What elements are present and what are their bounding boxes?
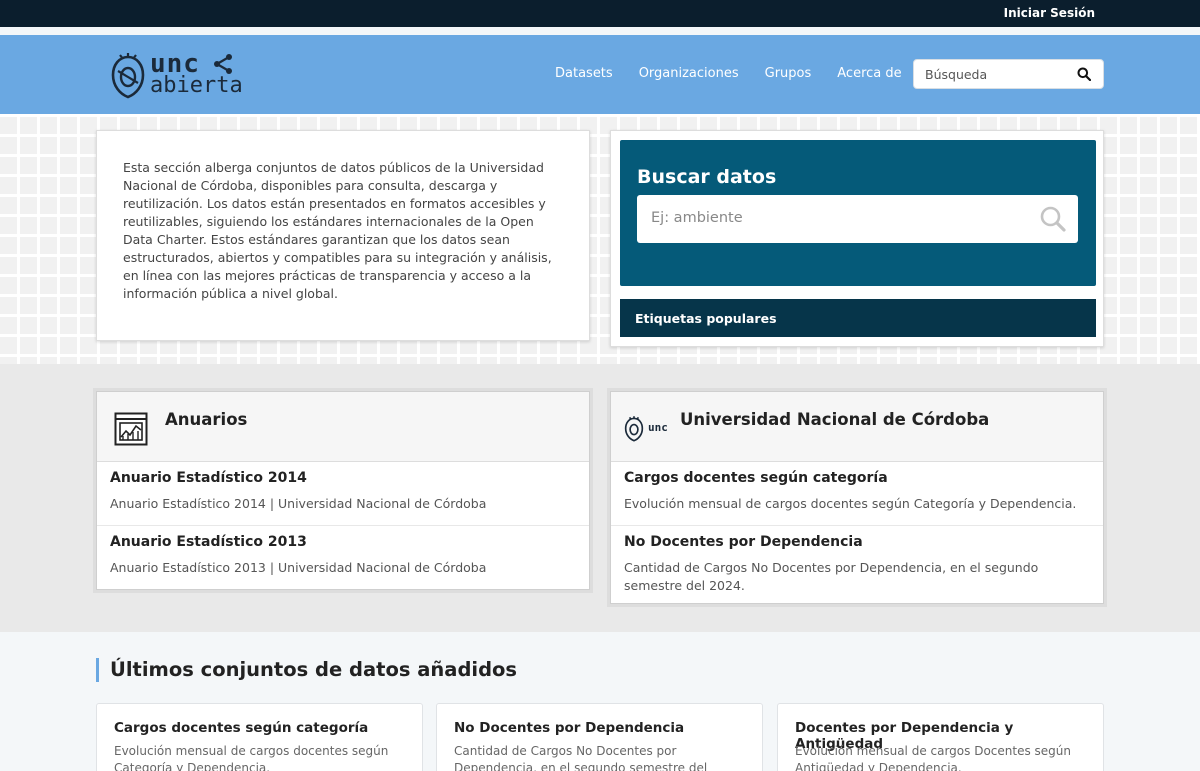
list-item[interactable]: Anuario Estadístico 2013 Anuario Estadís… [97, 526, 589, 590]
logo-text-abierta: abierta [150, 73, 243, 98]
unc-shield-logo [624, 416, 644, 442]
search-icon[interactable] [1077, 67, 1091, 81]
dataset-search [637, 195, 1078, 243]
list-item-title[interactable]: No Docentes por Dependencia [624, 534, 1089, 550]
dataset-card-desc: Evolución mensual de cargos docentes seg… [114, 744, 389, 771]
search-panel: Buscar datos [620, 140, 1096, 286]
nav-datasets[interactable]: Datasets [555, 66, 613, 81]
dataset-card-desc: Evolución mensual de cargos Docentes seg… [795, 744, 1071, 771]
list-item[interactable]: Anuario Estadístico 2014 Anuario Estadís… [97, 462, 589, 526]
search-box: Buscar datos Etiquetas populares [610, 130, 1104, 347]
list-item-title[interactable]: Cargos docentes según categoría [624, 470, 1089, 486]
hero-section: Esta sección alberga conjuntos de datos … [0, 114, 1200, 364]
group-title: Anuarios [165, 410, 248, 429]
list-item-title[interactable]: Anuario Estadístico 2013 [110, 534, 575, 550]
popular-tags-label: Etiquetas populares [635, 311, 777, 326]
dataset-card-title[interactable]: Cargos docentes según categoría [114, 720, 368, 736]
list-item[interactable]: Cargos docentes según categoría Evolució… [611, 462, 1103, 526]
list-item-desc: Anuario Estadístico 2014 | Universidad N… [110, 496, 487, 511]
nav-organizaciones[interactable]: Organizaciones [639, 66, 739, 81]
header-gap [0, 27, 1200, 35]
top-bar: Iniciar Sesión [0, 0, 1200, 27]
dataset-card-title[interactable]: No Docentes por Dependencia [454, 720, 684, 736]
organization-logo-text: unc [648, 421, 668, 434]
search-icon[interactable] [1040, 206, 1066, 232]
share-icon [214, 54, 232, 74]
popular-tags-bar: Etiquetas populares [620, 299, 1096, 337]
dataset-card[interactable]: No Docentes por Dependencia Cantidad de … [436, 703, 763, 771]
header-search [913, 59, 1104, 89]
organization-card-header[interactable]: unc Universidad Nacional de Córdoba [611, 392, 1103, 462]
list-item-desc: Cantidad de Cargos No Docentes por Depen… [624, 560, 1039, 593]
dataset-card[interactable]: Cargos docentes según categoría Evolució… [96, 703, 423, 771]
login-link[interactable]: Iniciar Sesión [1004, 6, 1095, 20]
list-item-desc: Evolución mensual de cargos docentes seg… [624, 496, 1077, 511]
header-search-input[interactable] [914, 60, 1064, 88]
list-item[interactable]: No Docentes por Dependencia Cantidad de … [611, 526, 1103, 604]
masthead: unc abierta Datasets Organizaciones Grup… [0, 35, 1200, 114]
unc-shield-logo [111, 53, 145, 99]
nav-acerca-de[interactable]: Acerca de [837, 66, 901, 81]
intro-box: Esta sección alberga conjuntos de datos … [96, 130, 590, 341]
search-title: Buscar datos [637, 166, 777, 188]
organization-title: Universidad Nacional de Córdoba [680, 410, 990, 429]
latest-datasets-section: Últimos conjuntos de datos añadidos Carg… [0, 632, 1200, 771]
dataset-card-desc: Cantidad de Cargos No Docentes por Depen… [454, 744, 708, 771]
list-item-desc: Anuario Estadístico 2013 | Universidad N… [110, 560, 487, 575]
nav-grupos[interactable]: Grupos [765, 66, 812, 81]
main-nav: Datasets Organizaciones Grupos Acerca de [555, 66, 902, 81]
dataset-card[interactable]: Docentes por Dependencia y Antigüedad Ev… [777, 703, 1104, 771]
list-item-title[interactable]: Anuario Estadístico 2014 [110, 470, 575, 486]
latest-heading: Últimos conjuntos de datos añadidos [96, 658, 517, 682]
intro-text: Esta sección alberga conjuntos de datos … [123, 160, 552, 301]
group-card-anuarios: Anuarios Anuario Estadístico 2014 Anuari… [96, 391, 590, 590]
site-logo[interactable]: unc abierta [110, 49, 243, 99]
featured-section: Anuarios Anuario Estadístico 2014 Anuari… [0, 364, 1200, 632]
group-card-header[interactable]: Anuarios [97, 392, 589, 462]
chart-window-icon [114, 412, 148, 446]
organization-card: unc Universidad Nacional de Córdoba Carg… [610, 391, 1104, 604]
dataset-search-input[interactable] [637, 195, 1017, 241]
